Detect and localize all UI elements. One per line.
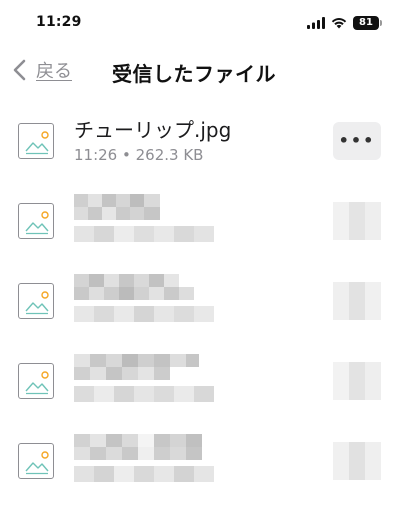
file-row[interactable] [0, 188, 397, 268]
redacted-file-name [74, 434, 204, 460]
redacted-more-button[interactable] [333, 362, 381, 400]
redacted-file-meta [74, 386, 214, 402]
image-file-icon [18, 443, 54, 479]
redacted-file-name [74, 274, 194, 300]
file-row[interactable] [0, 268, 397, 348]
status-time: 11:29 [36, 14, 82, 30]
status-bar: 11:29 81 [0, 0, 397, 48]
status-icons: 81 [307, 14, 382, 32]
redacted-more-button[interactable] [333, 282, 381, 320]
battery-cap [380, 20, 382, 26]
file-meta: 11:26 • 262.3 KB [74, 146, 204, 164]
redacted-more-button[interactable] [333, 202, 381, 240]
redacted-file-name [74, 194, 174, 220]
file-list: チューリップ.jpg 11:26 • 262.3 KB ••• [0, 108, 397, 508]
file-row[interactable]: チューリップ.jpg 11:26 • 262.3 KB ••• [0, 108, 397, 188]
more-options-button[interactable]: ••• [333, 122, 381, 160]
redacted-file-meta [74, 306, 214, 322]
cellular-signal-icon [307, 17, 325, 29]
back-label: 戻る [36, 61, 72, 82]
redacted-file-name [74, 354, 199, 380]
navigation-bar: 戻る 受信したファイル [0, 50, 397, 92]
image-file-icon [18, 203, 54, 239]
more-dots-icon: ••• [338, 131, 376, 150]
battery-icon: 81 [353, 16, 382, 30]
battery-level: 81 [359, 17, 373, 28]
image-file-icon [18, 123, 54, 159]
wifi-icon [331, 18, 347, 29]
page-title: 受信したファイル [112, 62, 276, 86]
image-file-icon [18, 363, 54, 399]
chevron-left-icon [13, 59, 26, 81]
redacted-more-button[interactable] [333, 442, 381, 480]
image-file-icon [18, 283, 54, 319]
file-row[interactable] [0, 348, 397, 428]
back-button[interactable]: 戻る [10, 54, 72, 86]
redacted-file-meta [74, 466, 214, 482]
file-name: チューリップ.jpg [74, 118, 232, 142]
file-row[interactable] [0, 428, 397, 508]
redacted-file-meta [74, 226, 214, 242]
